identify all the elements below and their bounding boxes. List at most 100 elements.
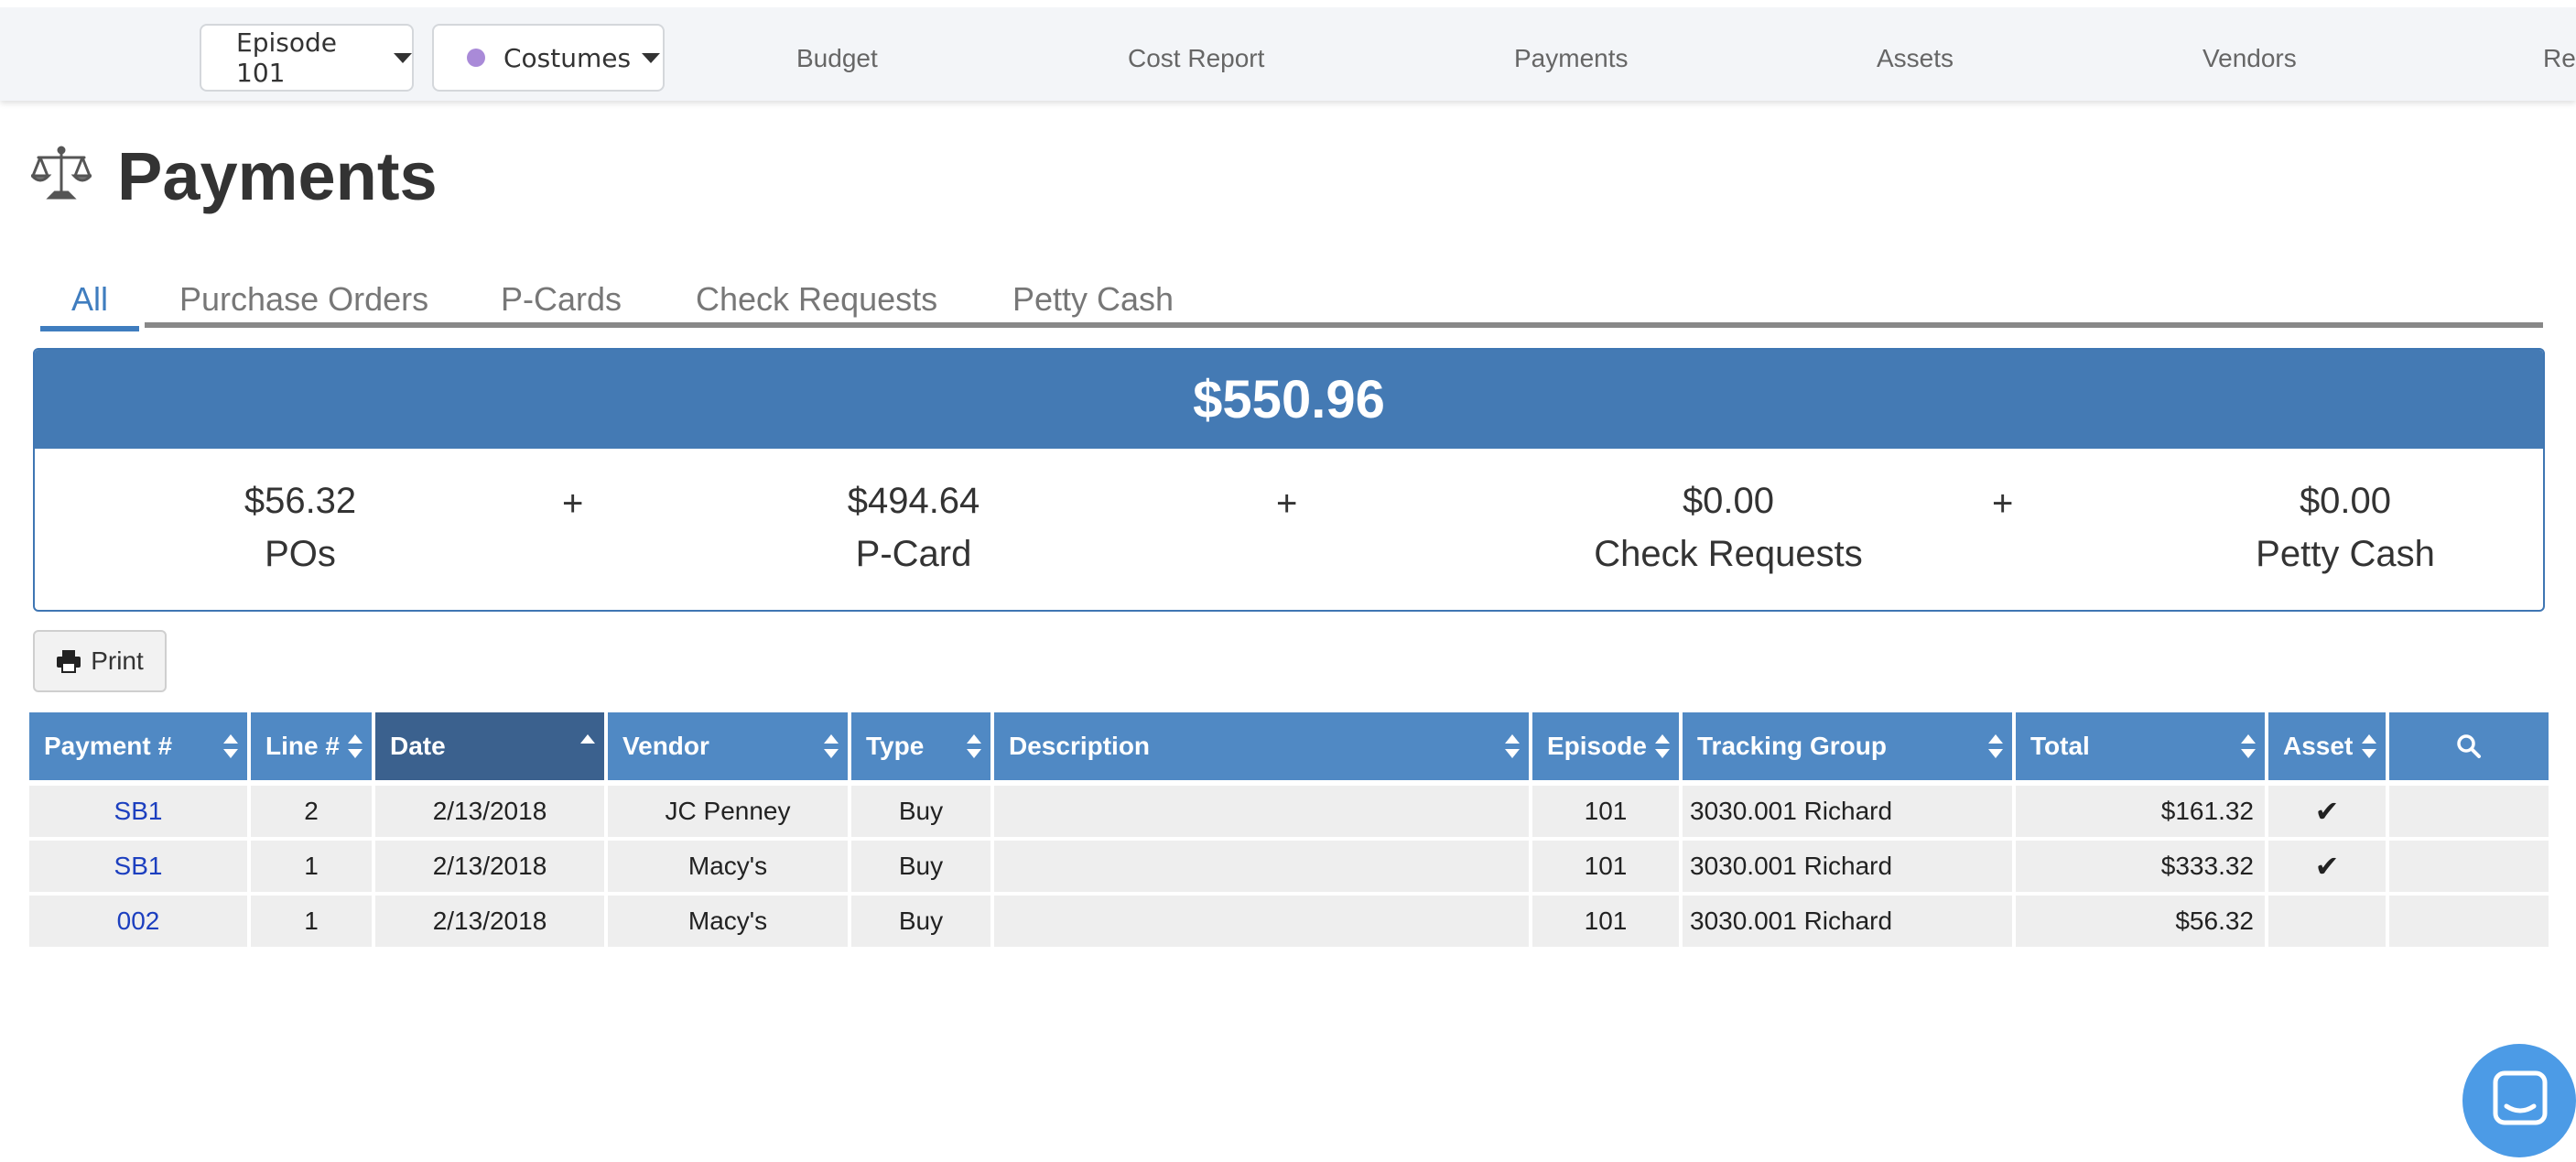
plus-sign: + [562,483,584,524]
line-number-value: 1 [304,852,319,880]
checkmark-icon: ✔ [2314,795,2340,828]
payment-number-cell[interactable]: SB1 [29,841,247,892]
column-header-total[interactable]: Total [2016,712,2265,780]
balance-scale-icon [31,146,92,200]
print-icon [57,650,81,673]
summary-pcard: $494.64 P-Card [785,474,1042,581]
active-tab-indicator [40,326,139,331]
sort-icon [2241,734,2256,758]
summary-pcard-amount: $494.64 [847,481,980,521]
chevron-down-icon [642,52,661,63]
summary-petty-cash-amount: $0.00 [2299,481,2392,521]
episode-value: 101 [1584,852,1628,880]
sort-icon [1505,734,1520,758]
column-header-date[interactable]: Date [375,712,604,780]
vendor-value: Macy's [687,852,768,880]
nav-link-budget[interactable]: Budget [796,44,878,73]
department-color-dot [467,49,485,67]
column-header-label: Type [866,732,925,760]
total-value: $56.32 [2175,907,2254,935]
tab-purchase-orders[interactable]: Purchase Orders [179,280,428,319]
sort-icon [1655,734,1670,758]
summary-total: $550.96 [35,350,2543,449]
payment-number-value[interactable]: SB1 [114,852,163,881]
column-header-description[interactable]: Description [994,712,1529,780]
date-cell: 2/13/2018 [375,841,604,892]
episode-value: 101 [1584,797,1628,825]
column-header-label: Asset [2283,732,2354,760]
tracking-group-cell: 3030.001 Richard [1683,841,2012,892]
column-header-asset[interactable]: Asset [2268,712,2386,780]
type-value: Buy [898,907,944,935]
date-value: 2/13/2018 [432,852,547,880]
payment-number-cell[interactable]: 002 [29,896,247,947]
payment-number-cell[interactable]: SB1 [29,786,247,837]
column-header-episode[interactable]: Episode [1532,712,1679,780]
column-header-line[interactable]: Line # [251,712,372,780]
line-number-value: 2 [304,797,319,825]
date-cell: 2/13/2018 [375,896,604,947]
total-value: $333.32 [2160,852,2254,880]
nav-link-cost-report[interactable]: Cost Report [1128,44,1264,73]
episode-selector[interactable]: Episode 101 [200,24,414,92]
column-header-label: Vendor [622,732,709,760]
type-value: Buy [898,852,944,880]
summary-pcard-label: P-Card [855,534,972,574]
description-cell [994,841,1529,892]
sort-ascending-icon [580,734,595,758]
department-selector[interactable]: Costumes [432,24,665,92]
checkmark-icon: ✔ [2314,850,2340,883]
payment-type-tabs: All Purchase Orders P-Cards Check Reques… [40,275,2543,331]
search-icon [2457,734,2481,758]
line-number-value: 1 [304,907,319,935]
table-search-button[interactable] [2389,712,2549,780]
column-header-label: Episode [1547,732,1647,760]
nav-link-reports[interactable]: Re [2543,44,2576,73]
payment-number-value[interactable]: SB1 [114,797,163,826]
nav-link-assets[interactable]: Assets [1877,44,1954,73]
column-header-type[interactable]: Type [851,712,990,780]
summary-check-requests-amount: $0.00 [1682,481,1775,521]
tab-p-cards[interactable]: P-Cards [501,280,622,319]
tracking-group-value: 3030.001 Richard [1690,852,1893,880]
tracking-group-cell: 3030.001 Richard [1683,786,2012,837]
actions-cell [2389,896,2549,947]
column-header-label: Line # [265,732,340,760]
summary-check-requests-label: Check Requests [1594,534,1863,574]
sort-icon [223,734,238,758]
chevron-down-icon [394,52,412,63]
tracking-group-cell: 3030.001 Richard [1683,896,2012,947]
top-nav: Episode 101 Costumes Budget Cost Report … [0,0,2576,101]
vendor-cell: Macy's [608,841,848,892]
total-value: $161.32 [2160,797,2254,825]
column-header-vendor[interactable]: Vendor [608,712,848,780]
tabs-divider [145,322,2543,328]
tab-petty-cash[interactable]: Petty Cash [1012,280,1174,319]
nav-link-payments[interactable]: Payments [1514,44,1629,73]
total-cell: $161.32 [2016,786,2265,837]
vendor-cell: Macy's [608,896,848,947]
plus-sign: + [1992,483,2014,524]
episode-cell: 101 [1532,786,1679,837]
episode-cell: 101 [1532,896,1679,947]
tab-all[interactable]: All [71,280,108,319]
asset-cell: ✔ [2268,841,2386,892]
tab-check-requests[interactable]: Check Requests [696,280,937,319]
payment-number-value[interactable]: 002 [117,907,160,936]
sort-icon [348,734,363,758]
date-cell: 2/13/2018 [375,786,604,837]
column-header-payment[interactable]: Payment # [29,712,247,780]
summary-petty-cash-label: Petty Cash [2256,534,2435,574]
print-button[interactable]: Print [33,630,167,692]
summary-petty-cash: $0.00 Petty Cash [2190,474,2501,581]
nav-link-vendors[interactable]: Vendors [2203,44,2297,73]
line-number-cell: 1 [251,896,372,947]
column-header-tracking-group[interactable]: Tracking Group [1683,712,2012,780]
payments-summary-panel: $550.96 $56.32 POs + $494.64 P-Card + $0… [33,348,2545,612]
vendor-cell: JC Penney [608,786,848,837]
department-selector-label: Costumes [503,42,632,73]
column-header-label: Total [2030,732,2090,760]
column-header-label: Tracking Group [1697,732,1887,760]
line-number-cell: 1 [251,841,372,892]
chat-launcher-button[interactable] [2462,1044,2576,1157]
